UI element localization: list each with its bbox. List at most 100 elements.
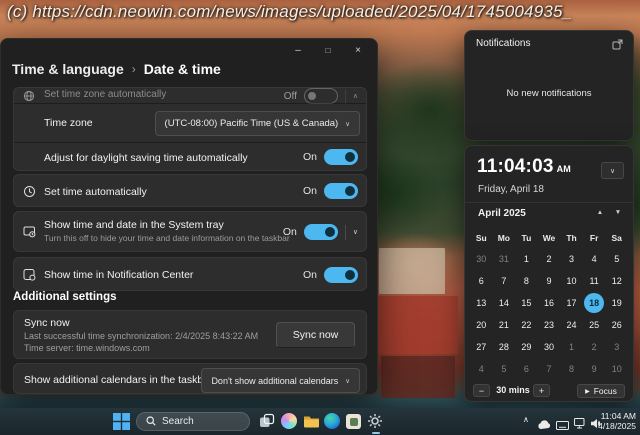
calendars-label: Show additional calendars in the taskbar	[24, 374, 213, 386]
calendar-day[interactable]: 9	[584, 359, 604, 379]
set-timezone-toggle[interactable]	[304, 88, 338, 104]
calendar-day[interactable]: 8	[562, 359, 582, 379]
calendar-day[interactable]: 12	[607, 271, 627, 291]
onedrive-cloud-icon[interactable]	[537, 417, 552, 435]
calendar-day[interactable]: 27	[471, 337, 491, 357]
chevron-down-icon[interactable]: ∨	[353, 228, 358, 236]
touch-keyboard-icon[interactable]	[556, 417, 569, 435]
calendar-prev-month-icon[interactable]: ▲	[593, 209, 607, 216]
calendar-day[interactable]: 31	[494, 249, 514, 269]
calendar-day[interactable]: 9	[539, 271, 559, 291]
clock-time: 11:04:03AM	[477, 156, 571, 178]
calendar-day[interactable]: 4	[584, 249, 604, 269]
calendar-day[interactable]: 2	[584, 337, 604, 357]
calendar-day[interactable]: 28	[494, 337, 514, 357]
set-time-card[interactable]: Set time automatically On	[13, 174, 367, 207]
task-view-button[interactable]	[259, 413, 275, 434]
calendar-day[interactable]: 24	[562, 315, 582, 335]
calendar-day[interactable]: 3	[607, 337, 627, 357]
calendar-day[interactable]: 30	[539, 337, 559, 357]
set-time-label: Set time automatically	[44, 186, 147, 198]
search-placeholder: Search	[162, 416, 194, 427]
search-box[interactable]: Search	[136, 412, 250, 431]
calendar-day[interactable]: 26	[607, 315, 627, 335]
calendar-day[interactable]: 17	[562, 293, 582, 313]
system-tray-toggle[interactable]	[304, 224, 338, 240]
settings-app-button[interactable]	[367, 413, 383, 434]
focus-start-button[interactable]: ▶ Focus	[577, 384, 625, 398]
focus-increase-button[interactable]: +	[533, 384, 550, 397]
hidden-icons-chevron[interactable]: ∧	[523, 415, 529, 424]
calendar-day[interactable]: 8	[516, 271, 536, 291]
notification-center-icon	[23, 268, 36, 286]
calendar-day[interactable]: 2	[539, 249, 559, 269]
dst-toggle[interactable]	[324, 149, 358, 165]
calendar-day[interactable]: 1	[516, 249, 536, 269]
divider	[345, 89, 346, 104]
calendar-day[interactable]: 3	[562, 249, 582, 269]
edge-browser-button[interactable]	[324, 413, 340, 429]
calendar-day[interactable]: 30	[471, 249, 491, 269]
minimize-button[interactable]: –	[283, 41, 313, 60]
calendar-day-header: Sa	[605, 228, 628, 248]
set-time-toggle[interactable]	[324, 183, 358, 199]
calendar-day[interactable]: 1	[562, 337, 582, 357]
calendar-day[interactable]: 10	[562, 271, 582, 291]
notification-settings-icon[interactable]	[609, 37, 626, 51]
calendars-dropdown[interactable]: Don't show additional calendars ∨	[201, 368, 360, 393]
calendar-day[interactable]: 13	[471, 293, 491, 313]
divider	[345, 225, 346, 240]
file-explorer-button[interactable]	[303, 413, 320, 434]
sync-title: Sync now	[24, 317, 70, 329]
calendar-day-header: Mo	[493, 228, 516, 248]
start-button[interactable]	[113, 413, 130, 435]
sync-last: Last successful time synchronization: 2/…	[24, 331, 258, 341]
calendar-day[interactable]: 11	[584, 271, 604, 291]
copilot-button[interactable]	[281, 413, 297, 429]
calendar-day[interactable]: 7	[539, 359, 559, 379]
calendar-collapse-button[interactable]: ∨	[601, 162, 624, 179]
calendar-day[interactable]: 14	[494, 293, 514, 313]
calendar-day[interactable]: 19	[607, 293, 627, 313]
wallpaper-building	[381, 356, 455, 398]
calendar-day[interactable]: 21	[494, 315, 514, 335]
calendar-day[interactable]: 6	[516, 359, 536, 379]
calendar-day[interactable]: 22	[516, 315, 536, 335]
app-button[interactable]	[346, 414, 361, 429]
chevron-up-icon[interactable]: ∧	[353, 92, 358, 100]
calendar-day[interactable]: 10	[607, 359, 627, 379]
focus-session-bar: − 30 mins + ▶ Focus	[473, 383, 625, 399]
calendar-day[interactable]: 20	[471, 315, 491, 335]
calendar-day[interactable]: 4	[471, 359, 491, 379]
calendar-day[interactable]: 6	[471, 271, 491, 291]
calendar-day-selected[interactable]: 18	[584, 293, 604, 313]
calendar-next-month-icon[interactable]: ▼	[611, 209, 625, 216]
breadcrumb-separator-icon: ›	[132, 62, 136, 76]
focus-decrease-button[interactable]: −	[473, 384, 490, 397]
calendar-day[interactable]: 5	[607, 249, 627, 269]
timezone-dropdown[interactable]: (UTC-08:00) Pacific Time (US & Canada) ∨	[155, 111, 360, 136]
sync-now-button[interactable]: Sync now	[276, 322, 355, 348]
calendar-day[interactable]: 25	[584, 315, 604, 335]
taskbar-clock[interactable]: 11:04 AM 4/18/2025	[598, 412, 636, 431]
maximize-button[interactable]: □	[313, 41, 343, 60]
calendar-day[interactable]: 16	[539, 293, 559, 313]
notifications-panel: Notifications No new notifications	[464, 30, 634, 141]
set-timezone-row[interactable]: Set time zone automatically Off ∧	[14, 88, 366, 103]
notification-center-card[interactable]: Show time in Notification Center On	[13, 257, 367, 291]
system-tray-card[interactable]: Show time and date in the System tray Tu…	[13, 211, 367, 252]
notification-center-toggle[interactable]	[324, 267, 358, 283]
set-timezone-state: Off	[284, 91, 297, 102]
calendar-day[interactable]: 7	[494, 271, 514, 291]
notification-center-state: On	[303, 269, 317, 281]
close-button[interactable]: ×	[343, 41, 373, 60]
sync-card: Sync now Last successful time synchroniz…	[13, 310, 367, 359]
play-icon: ▶	[585, 388, 590, 395]
calendar-day[interactable]: 15	[516, 293, 536, 313]
calendar-day[interactable]: 29	[516, 337, 536, 357]
network-icon[interactable]	[574, 416, 586, 434]
calendar-day[interactable]: 23	[539, 315, 559, 335]
calendar-day[interactable]: 5	[494, 359, 514, 379]
breadcrumb-parent[interactable]: Time & language	[12, 61, 124, 77]
calendar-month-label[interactable]: April 2025	[478, 208, 526, 219]
